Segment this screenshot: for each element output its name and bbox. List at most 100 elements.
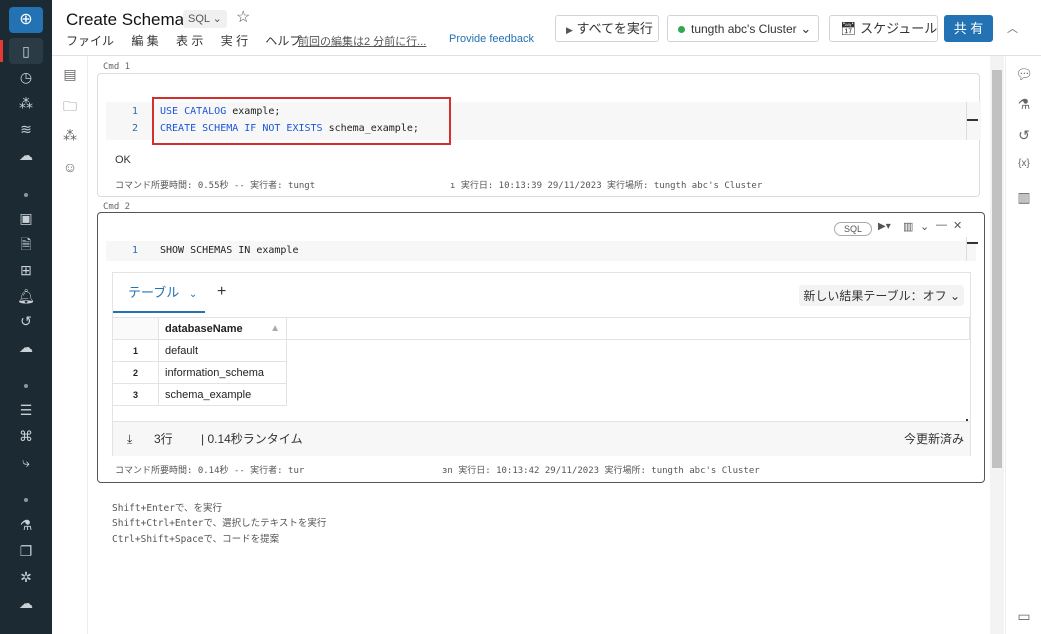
table-cell[interactable]: information_schema xyxy=(159,362,287,384)
language-label: SQL xyxy=(188,13,210,25)
menu-run[interactable]: 実 行 xyxy=(221,34,248,48)
marketplace-icon[interactable]: ☁ xyxy=(14,593,38,613)
compute-icon[interactable]: ☁ xyxy=(14,145,38,165)
menu-edit[interactable]: 編 集 xyxy=(131,34,158,48)
cluster-status-dot xyxy=(678,26,685,33)
notebook-left-rail: ▤ 🗀 ⁂ ☺ xyxy=(52,56,88,634)
results-panel: テーブル ⌄ + 新しい結果テーブル：オフ ⌄ databaseName ▲ 1 … xyxy=(112,272,971,456)
minimize-icon[interactable]: — xyxy=(936,219,947,231)
assistant-icon[interactable]: ☺ xyxy=(61,159,79,177)
results-table: databaseName ▲ 1 default 2 information_sc… xyxy=(113,317,970,427)
features-icon[interactable]: ⌘ xyxy=(14,426,38,446)
catalog-icon[interactable]: ⁂ xyxy=(14,93,38,113)
global-sidebar: ⊕ ▯ ◷ ⁂ ≋ ☁ ▣ 🗎 ⊞ 🔔︎ ↺ ☁ ☰ ⌘ ⤷ ⚗ ❐ ✲ ☁ xyxy=(0,0,52,634)
query-history-icon[interactable]: ↺ xyxy=(14,311,38,331)
column-header[interactable]: databaseName ▲ xyxy=(159,318,287,340)
library-icon[interactable]: ▥ xyxy=(1015,189,1033,207)
notebook-header: Create Schema SQL ⌄ ☆ ファイル 編 集 表 示 実 行 ヘ… xyxy=(52,0,1041,56)
cell-label: Cmd 1 xyxy=(103,62,131,72)
language-selector[interactable]: SQL ⌄ xyxy=(183,10,227,28)
sql-warehouses-icon[interactable]: ☁ xyxy=(14,337,38,357)
dashboards-icon[interactable]: ⊞ xyxy=(14,260,38,280)
run-all-label: すべてを実行 xyxy=(576,21,653,36)
models-icon[interactable]: ❐ xyxy=(14,541,38,561)
panel-toggle-icon[interactable]: ▭ xyxy=(1015,608,1033,626)
cell-footer-right: ɜn 実行日: 10:13:42 29/11/2023 実行場所: tungth… xyxy=(442,466,760,476)
results-footer: ⤓ 3行 | 0.14秒ランタイム 今更新済み xyxy=(113,421,970,456)
cell-footer-right: ı 実行日: 10:13:39 29/11/2023 実行場所: tungth … xyxy=(450,181,763,191)
add-tab-button[interactable]: + xyxy=(217,283,226,301)
cluster-selector[interactable]: tungth abc's Cluster ⌄ xyxy=(667,15,819,42)
header-filler xyxy=(287,318,970,340)
divider-dot xyxy=(24,384,28,388)
collapse-header-icon[interactable]: ︿ xyxy=(1007,20,1018,36)
notebook-title[interactable]: Create Schema xyxy=(66,10,184,30)
language-badge[interactable]: SQL xyxy=(834,222,872,236)
cell-output: OK xyxy=(115,154,131,166)
menu-help[interactable]: ヘルプ xyxy=(265,34,301,48)
pipelines-icon[interactable]: ⤷ xyxy=(14,452,38,472)
revision-history-icon[interactable]: ↺ xyxy=(1015,127,1033,145)
recents-icon[interactable]: ◷ xyxy=(14,67,38,87)
notebook-icon[interactable]: ▯ xyxy=(14,41,38,61)
table-of-contents-icon[interactable]: ▤ xyxy=(61,66,79,84)
schedule-button[interactable]: 📅︎ スケジュール xyxy=(829,15,938,42)
queries-icon[interactable]: 🗎 xyxy=(14,234,38,254)
run-all-button[interactable]: ▶ すべてを実行 xyxy=(555,15,659,42)
menu-file[interactable]: ファイル xyxy=(66,34,114,48)
favorite-star-icon[interactable]: ☆ xyxy=(236,7,250,27)
schedule-label: スケジュール xyxy=(860,21,938,36)
scroll-thumb[interactable] xyxy=(992,70,1002,468)
chevron-down-icon[interactable]: ⌄ xyxy=(920,220,929,233)
variables-icon[interactable]: {x} xyxy=(1015,158,1033,176)
chart-icon[interactable]: ▥ xyxy=(903,220,913,233)
calendar-icon: 📅︎ xyxy=(840,21,857,36)
run-cell-icon[interactable]: ▶▾ xyxy=(878,221,891,232)
experiments-list-icon[interactable]: ☰ xyxy=(14,400,38,420)
minimap-marker xyxy=(966,102,978,140)
line-number: 1 xyxy=(131,245,138,256)
active-indicator xyxy=(0,40,3,62)
share-button[interactable]: 共 有 xyxy=(944,15,993,42)
menu-bar: ファイル 編 集 表 示 実 行 ヘルプ xyxy=(66,32,315,49)
shortcut-hint: Ctrl+Shift+Spaceで、コードを提案 xyxy=(112,534,280,545)
table-cell[interactable]: schema_example xyxy=(159,384,287,406)
workflows-icon[interactable]: ≋ xyxy=(14,119,38,139)
row-number: 3 xyxy=(113,384,159,406)
table-cell[interactable]: default xyxy=(159,340,287,362)
menu-view[interactable]: 表 示 xyxy=(176,34,203,48)
sql-editor-icon[interactable]: ▣ xyxy=(14,208,38,228)
alerts-icon[interactable]: 🔔︎ xyxy=(14,286,38,306)
divider-dot xyxy=(24,193,28,197)
cell-footer-left: コマンド所要時間: 0.14秒 -- 実行者: tur xyxy=(115,466,305,476)
code-line: SHOW SCHEMAS IN example xyxy=(160,245,298,256)
highlight-box xyxy=(152,97,451,145)
cluster-name: tungth abc's Cluster xyxy=(691,22,797,36)
comments-icon[interactable]: 💬︎ xyxy=(1015,66,1033,84)
column-name: databaseName xyxy=(165,323,243,335)
shortcut-hint: Shift+Enterで、を実行 xyxy=(112,503,223,514)
row-number-header xyxy=(113,318,159,340)
new-button[interactable]: ⊕ xyxy=(9,7,43,33)
close-icon[interactable]: ✕ xyxy=(953,219,962,232)
chevron-down-icon: ⌄ xyxy=(188,289,198,300)
tab-table[interactable]: テーブル ⌄ xyxy=(113,273,205,313)
sort-icon[interactable]: ▲ xyxy=(270,318,280,340)
cell-2[interactable]: SQL ▶▾ ▥ ⌄ — ✕ 1 SHOW SCHEMAS IN example… xyxy=(97,212,985,483)
serving-icon[interactable]: ✲ xyxy=(14,567,38,587)
experiment-icon[interactable]: ⚗ xyxy=(1015,96,1033,114)
shortcut-hint: Shift+Ctrl+Enterで、選択したテキストを実行 xyxy=(112,518,327,529)
row-number: 1 xyxy=(113,340,159,362)
last-edit-link[interactable]: 前回の編集は2 分前に行... xyxy=(298,33,426,49)
folder-icon[interactable]: 🗀 xyxy=(61,96,79,114)
line-number: 2 xyxy=(131,123,138,134)
experiments-icon[interactable]: ⚗ xyxy=(14,515,38,535)
play-icon: ▶ xyxy=(566,25,573,35)
cell-footer-left: コマンド所要時間: 0.55秒 -- 実行者: tungt xyxy=(115,181,316,191)
catalog-icon[interactable]: ⁂ xyxy=(61,127,79,145)
scrollbar[interactable] xyxy=(990,56,1004,634)
feedback-link[interactable]: Provide feedback xyxy=(449,33,534,45)
new-result-table-toggle[interactable]: 新しい結果テーブル：オフ ⌄ xyxy=(799,285,964,306)
cell-1[interactable]: 1 2 USE CATALOG example; CREATE SCHEMA I… xyxy=(97,73,981,197)
download-icon[interactable]: ⤓ xyxy=(127,422,132,456)
